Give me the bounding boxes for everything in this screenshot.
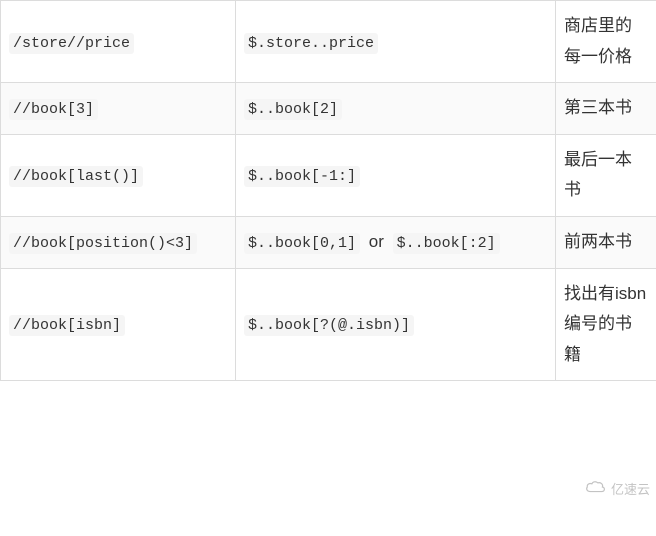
watermark: 亿速云: [585, 479, 650, 502]
xpath-code: //book[isbn]: [9, 315, 125, 336]
table-row: //book[isbn] $..book[?(@.isbn)] 找出有isbn编…: [1, 268, 656, 381]
xpath-cell: //book[last()]: [1, 134, 236, 216]
syntax-comparison-table: /store//price $.store..price 商店里的每一价格 //…: [0, 0, 656, 381]
table-row: //book[position()<3] $..book[0,1] or $..…: [1, 216, 656, 268]
xpath-code: //book[position()<3]: [9, 233, 197, 254]
description-cell: 最后一本书: [556, 134, 656, 216]
table-row: //book[last()] $..book[-1:] 最后一本书: [1, 134, 656, 216]
cloud-icon: [585, 479, 607, 502]
jsonpath-code-alt: $..book[:2]: [393, 233, 500, 254]
watermark-text: 亿速云: [611, 480, 650, 501]
jsonpath-code: $..book[-1:]: [244, 166, 360, 187]
xpath-cell: //book[isbn]: [1, 268, 236, 381]
description-cell: 第三本书: [556, 83, 656, 135]
description-cell: 找出有isbn编号的书籍: [556, 268, 656, 381]
xpath-cell: //book[3]: [1, 83, 236, 135]
description-cell: 前两本书: [556, 216, 656, 268]
description-cell: 商店里的每一价格: [556, 1, 656, 83]
jsonpath-cell: $..book[0,1] or $..book[:2]: [236, 216, 556, 268]
jsonpath-code: $..book[0,1]: [244, 233, 360, 254]
jsonpath-cell: $..book[?(@.isbn)]: [236, 268, 556, 381]
jsonpath-code: $..book[?(@.isbn)]: [244, 315, 414, 336]
xpath-cell: //book[position()<3]: [1, 216, 236, 268]
jsonpath-cell: $.store..price: [236, 1, 556, 83]
jsonpath-cell: $..book[-1:]: [236, 134, 556, 216]
or-text: or: [365, 232, 388, 251]
table-row: /store//price $.store..price 商店里的每一价格: [1, 1, 656, 83]
xpath-code: /store//price: [9, 33, 134, 54]
xpath-code: //book[last()]: [9, 166, 143, 187]
jsonpath-code: $..book[2]: [244, 99, 342, 120]
xpath-cell: /store//price: [1, 1, 236, 83]
xpath-code: //book[3]: [9, 99, 98, 120]
table-row: //book[3] $..book[2] 第三本书: [1, 83, 656, 135]
jsonpath-cell: $..book[2]: [236, 83, 556, 135]
jsonpath-code: $.store..price: [244, 33, 378, 54]
